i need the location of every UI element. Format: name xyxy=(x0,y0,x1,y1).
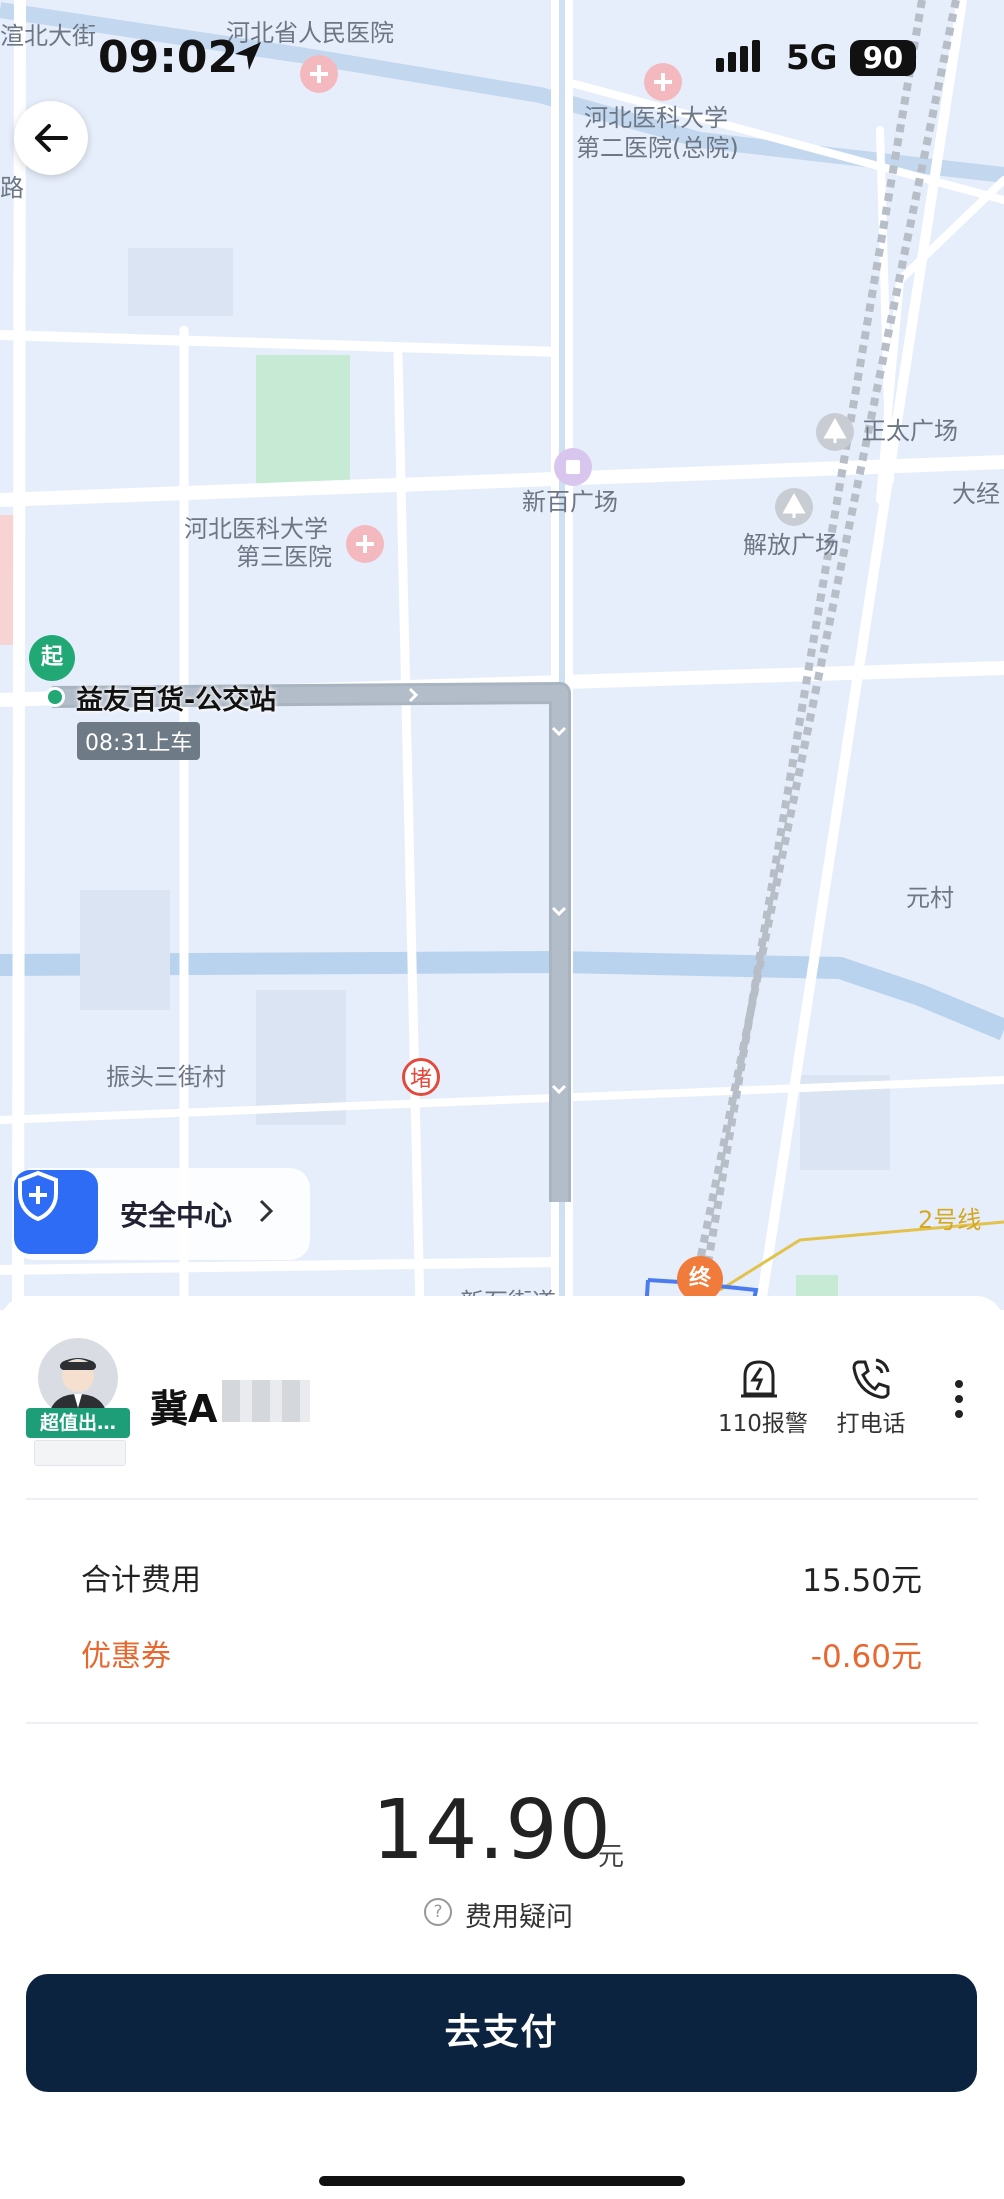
masked-plate xyxy=(222,1380,310,1422)
battery-icon: 90 xyxy=(850,40,916,76)
mall-icon xyxy=(554,448,592,486)
driver-badge: 超值出… xyxy=(26,1408,130,1438)
question-icon[interactable]: ? xyxy=(424,1898,452,1926)
police-label: 110报警 xyxy=(718,1411,808,1437)
coupon-label[interactable]: 优惠券 xyxy=(81,1631,171,1675)
map-label: 元村 xyxy=(906,884,954,912)
more-icon[interactable] xyxy=(953,1378,965,1426)
divider xyxy=(26,1498,978,1500)
safety-center-label[interactable]: 安全中心 xyxy=(120,1194,232,1234)
start-location-name: 益友百货-公交站 xyxy=(76,685,277,716)
start-marker: 起 xyxy=(29,635,75,681)
total-fee-value: 15.50元 xyxy=(802,1563,922,1599)
driver-avatar xyxy=(38,1338,118,1418)
hospital-icon xyxy=(346,525,384,563)
police-button[interactable]: 110报警 xyxy=(718,1356,808,1438)
map-label: 渲北大街 xyxy=(0,22,96,50)
fee-question-link[interactable]: 费用疑问 xyxy=(465,1895,573,1934)
hospital-icon xyxy=(644,63,682,101)
signal-icon xyxy=(716,40,772,80)
alarm-icon xyxy=(741,1360,777,1398)
network-type: 5G xyxy=(786,38,838,78)
total-fee-label: 合计费用 xyxy=(81,1563,201,1598)
call-label: 打电话 xyxy=(836,1411,906,1437)
coupon-value[interactable]: -0.60元 xyxy=(811,1631,922,1676)
license-plate: 冀A xyxy=(150,1387,218,1431)
start-dot xyxy=(45,687,65,707)
back-button[interactable] xyxy=(14,101,88,175)
map-label: 解放广场 xyxy=(743,531,839,559)
phone-icon xyxy=(852,1358,890,1399)
location-arrow-icon xyxy=(233,40,263,76)
map-label: 第三医院 xyxy=(236,543,332,571)
traffic-jam-marker: 堵 xyxy=(402,1058,440,1096)
map-roads xyxy=(0,0,1004,1310)
map-view[interactable]: 渲北大街 河北省人民医院 河北医科大学 第二医院(总院) 路 正太广场 大经 新… xyxy=(0,0,1004,1310)
map-label: 河北医科大学 xyxy=(584,104,728,132)
call-button[interactable]: 打电话 xyxy=(830,1356,912,1438)
shield-icon[interactable] xyxy=(14,1170,98,1254)
divider xyxy=(26,1722,978,1724)
pay-button[interactable]: 去支付 xyxy=(26,1974,977,2092)
amount-due: 14.90 xyxy=(372,1783,612,1878)
arrow-left-icon xyxy=(35,124,68,152)
map-label: 第二医院(总院) xyxy=(576,134,739,162)
pickup-time: 08:31上车 xyxy=(77,722,201,760)
home-indicator xyxy=(319,2176,685,2186)
park-icon xyxy=(775,488,813,526)
map-label: 2号线 xyxy=(918,1206,982,1234)
map-label: 河北医科大学 xyxy=(184,515,328,543)
status-time: 09:02 xyxy=(98,32,239,83)
map-label: 正太广场 xyxy=(862,417,958,445)
hospital-icon xyxy=(300,55,338,93)
masked-driver-info xyxy=(34,1440,126,1466)
map-label: 新百广场 xyxy=(522,488,618,516)
map-label: 振头三街村 xyxy=(106,1063,226,1091)
map-label: 大经 xyxy=(952,480,1000,508)
map-label: 路 xyxy=(0,174,24,202)
amount-unit: 元 xyxy=(598,1842,625,1872)
park-icon xyxy=(816,413,854,451)
